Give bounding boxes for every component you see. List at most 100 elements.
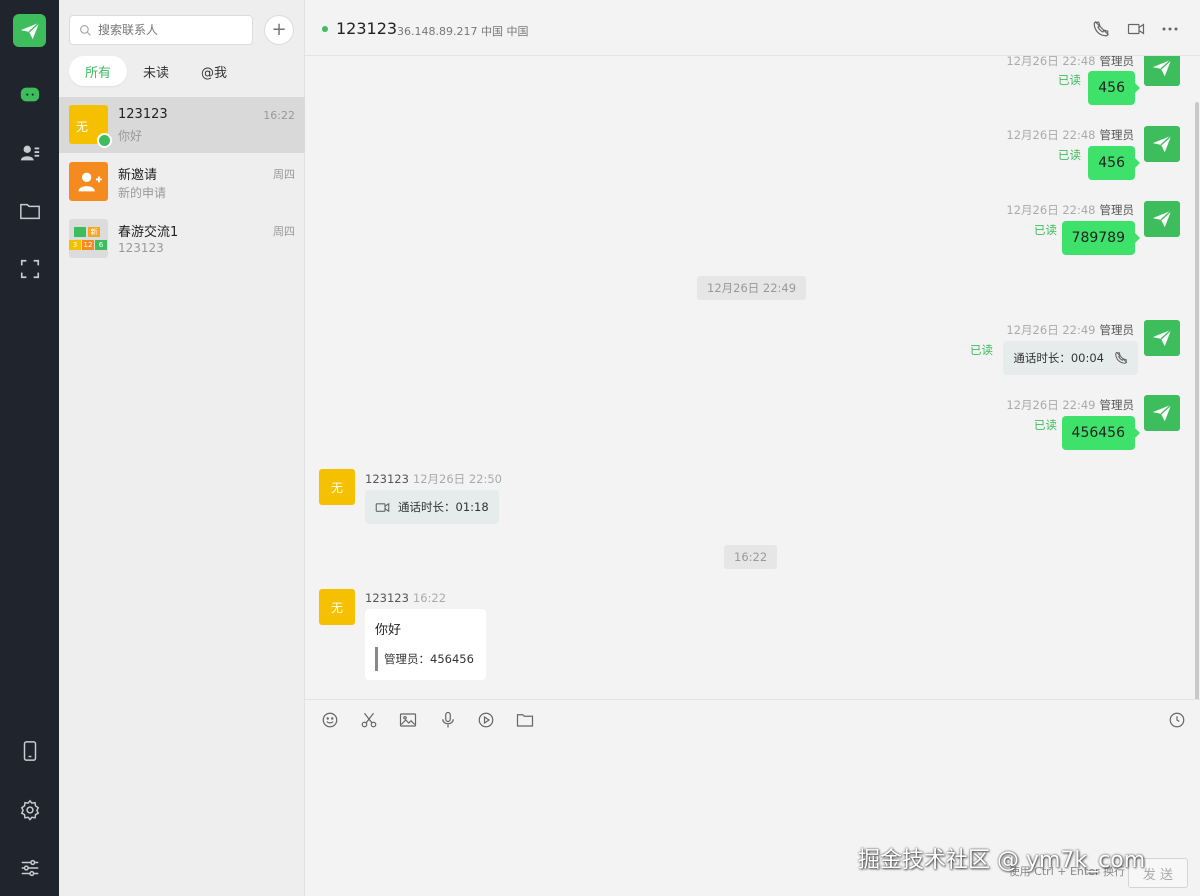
contacts-icon[interactable] xyxy=(17,140,43,166)
group-cell: 6 xyxy=(95,240,107,250)
read-status: 已读 xyxy=(1058,73,1081,87)
scrollbar[interactable] xyxy=(1195,102,1199,699)
avatar: 无 xyxy=(69,105,112,148)
chat-icon[interactable] xyxy=(17,82,43,108)
call-record[interactable]: 通话时长：01:18 xyxy=(365,490,499,524)
session-tabs: 所有 未读 @我 xyxy=(69,56,243,86)
tab-mentions[interactable]: @我 xyxy=(185,56,243,86)
paper-plane-avatar-icon xyxy=(1144,126,1180,162)
message-time: 12月26日 22:48 xyxy=(1006,56,1096,68)
session-list: + 所有 未读 @我 无 123123 你好 16:22 新邀请 新的申请 周四… xyxy=(59,0,305,896)
message-meta: 12月26日 22:48 管理员 xyxy=(1006,127,1134,143)
history-icon[interactable] xyxy=(1167,710,1187,730)
microphone-icon[interactable] xyxy=(438,710,458,730)
message-sender: 123123 xyxy=(365,472,409,486)
read-status: 已读 xyxy=(1058,148,1081,162)
read-status: 已读 xyxy=(970,343,993,357)
message-list[interactable]: 12月26日 22:48 管理员 已读 456 12月26日 22:48 管理员 已… xyxy=(305,56,1200,699)
session-preview: 新的申请 xyxy=(118,186,167,200)
search-input[interactable] xyxy=(98,23,248,37)
group-cell: 3 xyxy=(69,240,81,250)
message-time: 12月26日 22:48 xyxy=(1006,128,1096,142)
paper-plane-avatar-icon xyxy=(1144,395,1180,431)
session-item-123123[interactable]: 无 123123 你好 16:22 xyxy=(59,97,305,153)
quoted-message[interactable]: 管理员：456456 xyxy=(375,647,474,671)
message-time: 12月26日 22:49 xyxy=(1006,398,1096,412)
folder-icon[interactable] xyxy=(515,710,535,730)
scan-icon[interactable] xyxy=(17,256,43,282)
image-icon[interactable] xyxy=(398,710,418,730)
message-sender: 管理员 xyxy=(1099,398,1135,412)
message-meta: 123123 12月26日 22:50 xyxy=(365,471,502,487)
search-icon xyxy=(80,24,91,36)
nav-rail xyxy=(0,0,59,896)
phone-icon[interactable] xyxy=(17,738,43,764)
avatar-text: 无 xyxy=(76,120,89,134)
chat-title: 123123 xyxy=(336,19,398,38)
play-icon[interactable] xyxy=(476,710,496,730)
message-meta: 12月26日 22:49 管理员 xyxy=(1006,397,1134,413)
folder-icon[interactable] xyxy=(17,198,43,224)
session-item-group[interactable]: 新 3 12 6 春游交流1 123123 周四 xyxy=(59,211,305,267)
group-avatar: 新 3 12 6 xyxy=(69,219,108,258)
chat-header: 123123 36.148.89.217 中国 中国 xyxy=(305,0,1200,56)
message-time: 12月26日 22:49 xyxy=(1006,323,1096,337)
call-duration: 通话时长：00:04 xyxy=(1013,351,1104,365)
sliders-icon[interactable] xyxy=(17,855,43,881)
session-time: 16:22 xyxy=(263,109,295,122)
watermark: 掘金技术社区 @ ym7k_com xyxy=(858,848,1146,873)
message-text: 你好 xyxy=(375,623,402,638)
message-sender: 123123 xyxy=(365,591,409,605)
time-divider: 12月26日 22:49 xyxy=(697,276,807,300)
session-time: 周四 xyxy=(273,225,295,238)
avatar[interactable]: 无 xyxy=(319,469,355,505)
message-meta: 12月26日 22:48 管理员 xyxy=(1006,56,1134,69)
read-status: 已读 xyxy=(1034,418,1057,432)
paper-plane-avatar-icon xyxy=(1144,320,1180,356)
message-meta: 12月26日 22:48 管理员 xyxy=(1006,202,1134,218)
time-divider: 16:22 xyxy=(724,545,778,569)
call-record[interactable]: 通话时长：00:04 xyxy=(1003,341,1138,375)
emoji-icon[interactable] xyxy=(320,710,340,730)
message-bubble[interactable]: 456 xyxy=(1088,146,1140,180)
paper-plane-avatar-icon xyxy=(1144,201,1180,237)
tab-unread[interactable]: 未读 xyxy=(127,56,185,86)
message-bubble[interactable]: 456 xyxy=(1088,71,1140,105)
message-sender: 管理员 xyxy=(1099,128,1135,142)
message-meta: 123123 16:22 xyxy=(365,591,446,605)
message-time: 12月26日 22:50 xyxy=(412,472,502,486)
paper-plane-logo-icon xyxy=(13,14,46,47)
online-status-dot xyxy=(97,133,112,148)
message-sender: 管理员 xyxy=(1099,203,1135,217)
session-time: 周四 xyxy=(273,168,295,181)
message-bubble[interactable]: 你好 管理员：456456 xyxy=(365,609,486,680)
session-preview: 你好 xyxy=(118,129,143,143)
scissors-icon[interactable] xyxy=(359,710,379,730)
chat-subtitle: 36.148.89.217 中国 中国 xyxy=(397,25,529,38)
gear-icon[interactable] xyxy=(17,797,43,823)
voice-call-ended-icon xyxy=(1115,351,1128,364)
message-bubble[interactable]: 456456 xyxy=(1061,416,1141,450)
chat-panel: 123123 36.148.89.217 中国 中国 12月26日 22:48 管… xyxy=(305,0,1200,896)
paper-plane-avatar-icon xyxy=(1144,56,1180,86)
message-sender: 管理员 xyxy=(1099,56,1135,68)
message-bubble[interactable]: 789789 xyxy=(1061,221,1141,255)
session-preview: 123123 xyxy=(118,241,164,255)
session-item-invite[interactable]: 新邀请 新的申请 周四 xyxy=(59,154,305,210)
read-status: 已读 xyxy=(1034,223,1057,237)
add-contact-button[interactable]: + xyxy=(264,15,294,45)
voice-call-icon[interactable] xyxy=(1090,18,1112,40)
tab-all[interactable]: 所有 xyxy=(69,56,128,86)
call-duration: 通话时长：01:18 xyxy=(398,500,489,514)
group-cell xyxy=(74,227,86,237)
message-sender: 管理员 xyxy=(1099,323,1135,337)
more-icon[interactable] xyxy=(1159,18,1181,40)
message-meta: 12月26日 22:49 管理员 xyxy=(1006,322,1134,338)
group-cell: 新 xyxy=(88,227,100,237)
avatar[interactable]: 无 xyxy=(319,589,355,625)
video-call-icon[interactable] xyxy=(1125,18,1147,40)
session-name: 春游交流1 xyxy=(118,225,179,240)
video-call-icon xyxy=(375,502,390,512)
search-box[interactable] xyxy=(69,15,253,45)
message-time: 16:22 xyxy=(412,591,447,605)
